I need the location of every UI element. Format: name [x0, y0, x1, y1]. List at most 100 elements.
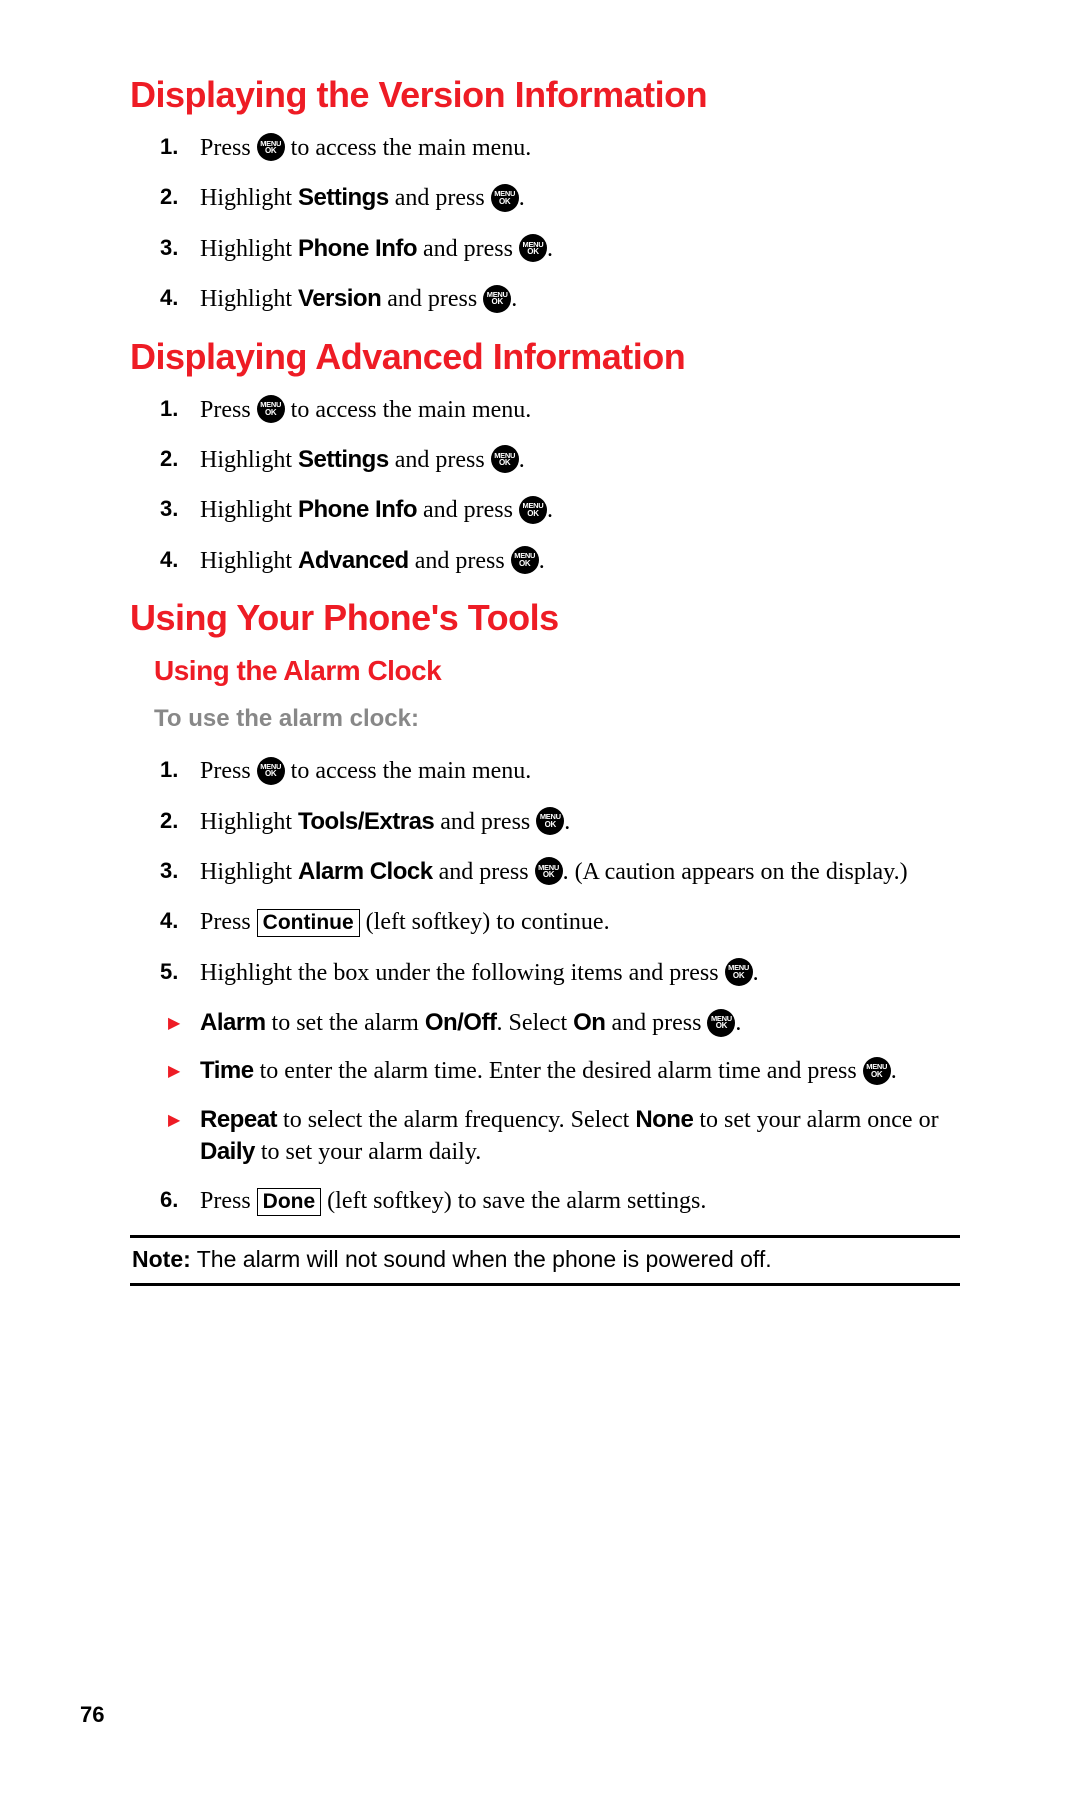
- softkey-done: Done: [257, 1188, 322, 1216]
- bullet-text: to set your alarm once or: [693, 1107, 938, 1133]
- menu-ok-icon: MENUOK: [491, 184, 519, 212]
- term: Phone Info: [298, 235, 417, 262]
- term: On/Off: [425, 1009, 497, 1036]
- step: 4.Highlight Advanced and press MENUOK.: [154, 545, 960, 577]
- step-text: Highlight: [200, 497, 298, 523]
- step-text: Highlight: [200, 286, 298, 312]
- menu-ok-icon: MENUOK: [491, 445, 519, 473]
- step: 5.Highlight the box under the following …: [154, 957, 960, 989]
- note-label: Note:: [132, 1246, 191, 1272]
- step: 2.Highlight Tools/Extras and press MENUO…: [154, 806, 960, 838]
- term: Tools/Extras: [298, 808, 434, 835]
- step-text: and press: [389, 447, 491, 473]
- step-text: and press: [434, 809, 536, 835]
- term: Alarm: [200, 1009, 266, 1036]
- section-heading-version: Displaying the Version Information: [130, 74, 960, 116]
- step: 2.Highlight Settings and press MENUOK.: [154, 444, 960, 476]
- bullet-text: .: [735, 1010, 741, 1036]
- steps-alarm-cont: 6.Press Done (left softkey) to save the …: [154, 1185, 960, 1217]
- step-text: Press: [200, 909, 257, 935]
- step-text: Press: [200, 1188, 257, 1214]
- bullet-text: to select the alarm frequency. Select: [277, 1107, 635, 1133]
- step-text: Highlight: [200, 548, 298, 574]
- menu-ok-icon: MENUOK: [257, 133, 285, 161]
- bullet-text: to enter the alarm time. Enter the desir…: [254, 1058, 863, 1084]
- step: 6.Press Done (left softkey) to save the …: [154, 1185, 960, 1217]
- step-text: and press: [417, 236, 519, 262]
- step-text: Highlight: [200, 447, 298, 473]
- bullet-text: to set your alarm daily.: [255, 1139, 481, 1165]
- menu-ok-icon: MENUOK: [257, 395, 285, 423]
- step: 1.Press MENUOK to access the main menu.: [154, 394, 960, 426]
- menu-ok-icon: MENUOK: [535, 857, 563, 885]
- term: Repeat: [200, 1106, 277, 1133]
- step-text: and press: [381, 286, 483, 312]
- step-text: .: [547, 236, 553, 262]
- step: 2.Highlight Settings and press MENUOK.: [154, 182, 960, 214]
- step-text: .: [519, 447, 525, 473]
- step: 4.Press Continue (left softkey) to conti…: [154, 906, 960, 938]
- bullet-text: .: [891, 1058, 897, 1084]
- step-text: and press: [409, 548, 511, 574]
- section-heading-tools: Using Your Phone's Tools: [130, 597, 960, 639]
- bullet-item: Time to enter the alarm time. Enter the …: [154, 1055, 960, 1087]
- term: On: [573, 1009, 605, 1036]
- menu-ok-icon: MENUOK: [863, 1057, 891, 1085]
- step-text: Highlight: [200, 859, 298, 885]
- step-text: to access the main menu.: [285, 758, 532, 784]
- step-text: Highlight the box under the following it…: [200, 960, 725, 986]
- term: Phone Info: [298, 496, 417, 523]
- steps-alarm: 1.Press MENUOK to access the main menu. …: [154, 755, 960, 989]
- menu-ok-icon: MENUOK: [707, 1009, 735, 1037]
- step-text: Press: [200, 397, 257, 423]
- step-text: Highlight: [200, 809, 298, 835]
- note-text: The alarm will not sound when the phone …: [191, 1246, 772, 1272]
- step-text: .: [519, 185, 525, 211]
- step-text: and press: [389, 185, 491, 211]
- bullet-item: Repeat to select the alarm frequency. Se…: [154, 1104, 960, 1169]
- subsection-heading-alarm: Using the Alarm Clock: [154, 655, 960, 687]
- step-text: (left softkey) to save the alarm setting…: [321, 1188, 706, 1214]
- step-text: (left softkey) to continue.: [360, 909, 610, 935]
- step-text: .: [539, 548, 545, 574]
- term: Daily: [200, 1138, 255, 1165]
- step-text: .: [753, 960, 759, 986]
- bullet-text: and press: [605, 1010, 707, 1036]
- term: Settings: [298, 184, 389, 211]
- intro-text: To use the alarm clock:: [154, 705, 960, 733]
- menu-ok-icon: MENUOK: [257, 757, 285, 785]
- term: Alarm Clock: [298, 858, 433, 885]
- step-text: Highlight: [200, 185, 298, 211]
- step-text: Highlight: [200, 236, 298, 262]
- page-number: 76: [80, 1702, 104, 1728]
- step-text: . (A caution appears on the display.): [563, 859, 908, 885]
- term: Version: [298, 285, 381, 312]
- step: 3.Highlight Phone Info and press MENUOK.: [154, 494, 960, 526]
- step-text: to access the main menu.: [285, 397, 532, 423]
- step-text: .: [564, 809, 570, 835]
- softkey-continue: Continue: [257, 909, 360, 937]
- step: 1.Press MENUOK to access the main menu.: [154, 132, 960, 164]
- term: None: [635, 1106, 693, 1133]
- steps-version: 1.Press MENUOK to access the main menu. …: [154, 132, 960, 316]
- step-text: Press: [200, 758, 257, 784]
- section-heading-advanced: Displaying Advanced Information: [130, 336, 960, 378]
- step: 3.Highlight Phone Info and press MENUOK.: [154, 233, 960, 265]
- term: Advanced: [298, 547, 409, 574]
- menu-ok-icon: MENUOK: [519, 496, 547, 524]
- step-text: and press: [417, 497, 519, 523]
- bullet-text: to set the alarm: [266, 1010, 425, 1036]
- step-text: .: [547, 497, 553, 523]
- note-box: Note: The alarm will not sound when the …: [130, 1235, 960, 1286]
- step-text: .: [511, 286, 517, 312]
- step-text: Press: [200, 135, 257, 161]
- step: 4.Highlight Version and press MENUOK.: [154, 283, 960, 315]
- alarm-options: Alarm to set the alarm On/Off. Select On…: [154, 1007, 960, 1169]
- step-text: to access the main menu.: [285, 135, 532, 161]
- step: 3.Highlight Alarm Clock and press MENUOK…: [154, 856, 960, 888]
- menu-ok-icon: MENUOK: [511, 546, 539, 574]
- step-text: and press: [433, 859, 535, 885]
- menu-ok-icon: MENUOK: [519, 234, 547, 262]
- menu-ok-icon: MENUOK: [536, 807, 564, 835]
- menu-ok-icon: MENUOK: [725, 958, 753, 986]
